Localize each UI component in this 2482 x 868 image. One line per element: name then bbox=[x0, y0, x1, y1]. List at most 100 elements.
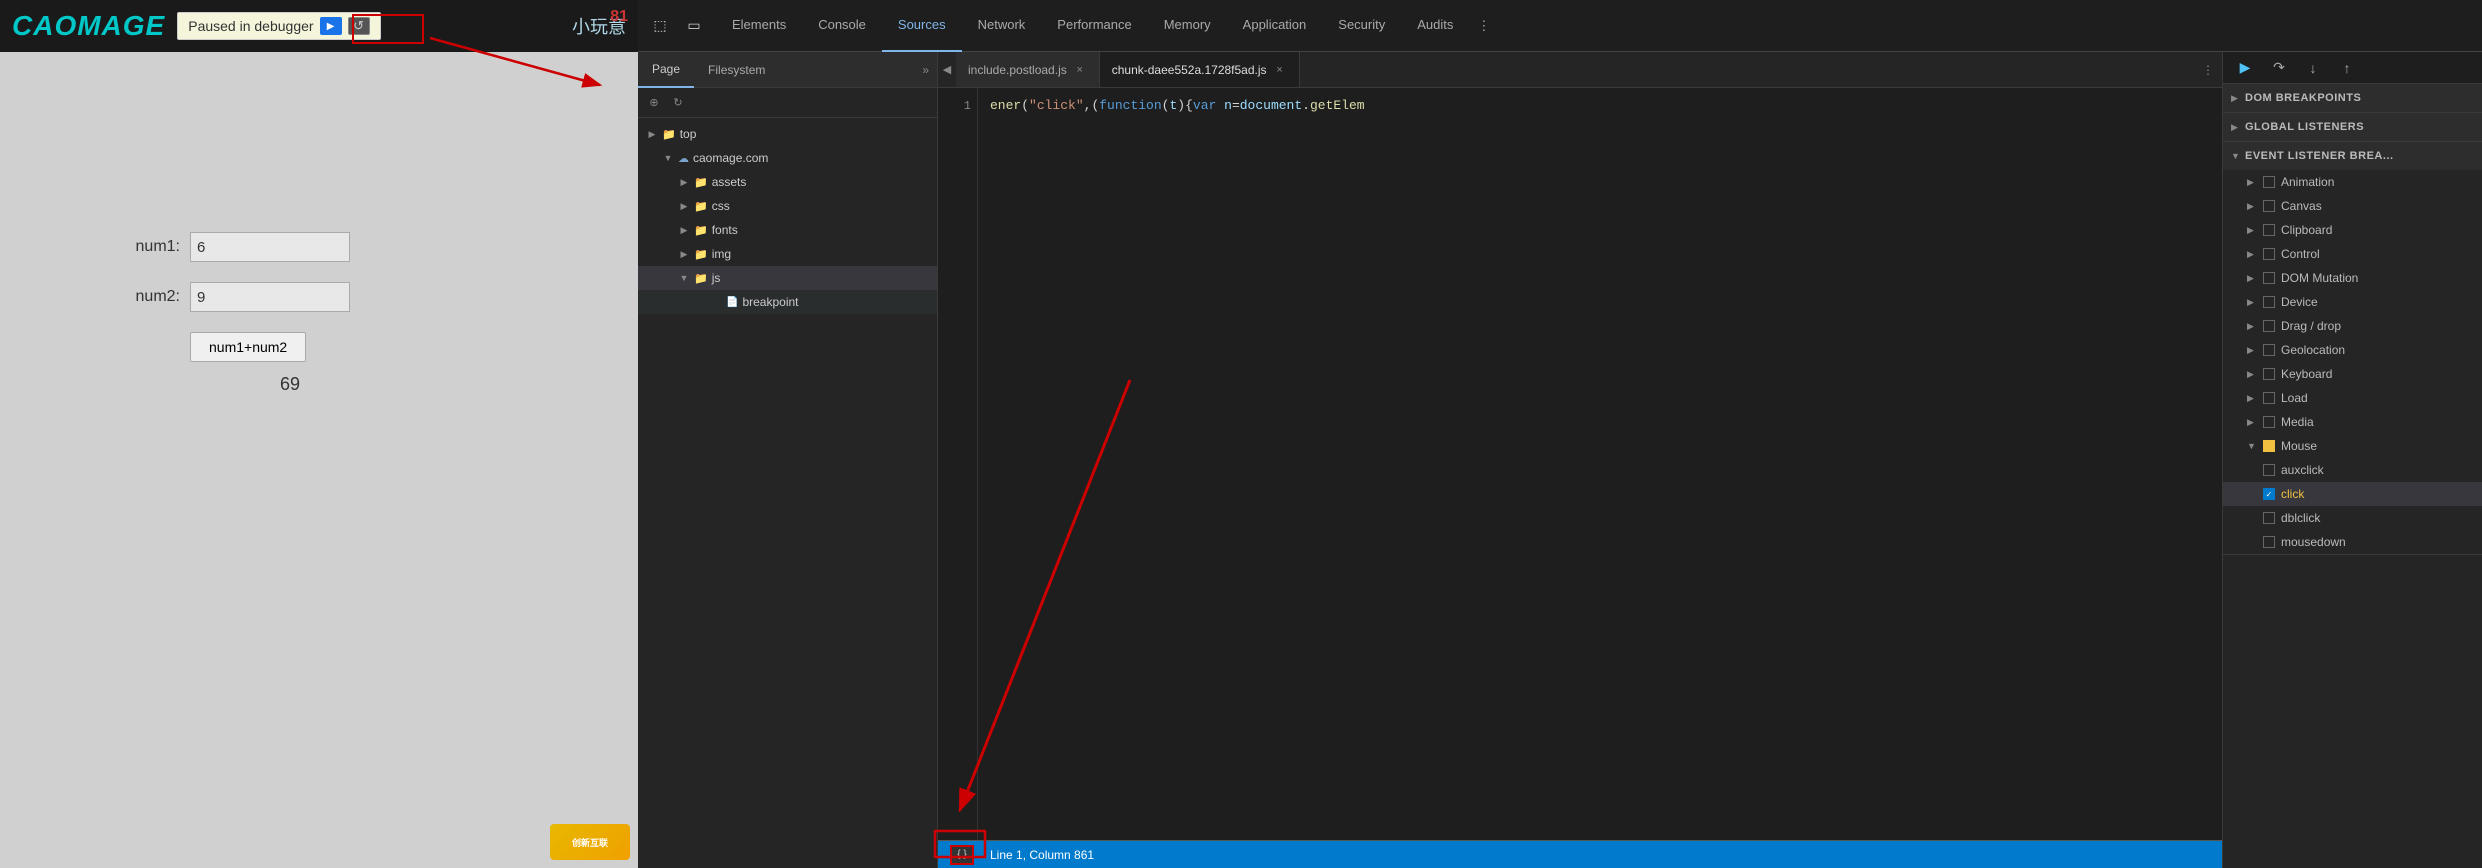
event-listener-title: Event Listener Brea... bbox=[2245, 150, 2394, 162]
expand-js-icon: ▼ bbox=[678, 272, 690, 284]
tree-item-img[interactable]: ▶ 📁 img bbox=[638, 242, 937, 266]
format-button[interactable]: { } bbox=[950, 845, 974, 865]
bp-animation-checkbox[interactable] bbox=[2263, 176, 2275, 188]
bp-load-label: Load bbox=[2281, 391, 2308, 405]
form-area: num1: num2: num1+num2 69 bbox=[0, 232, 638, 395]
bp-keyboard[interactable]: ▶ Keyboard bbox=[2223, 362, 2482, 386]
tab-network[interactable]: Network bbox=[962, 0, 1042, 52]
subtab-filesystem[interactable]: Filesystem bbox=[694, 52, 779, 88]
bp-media[interactable]: ▶ Media bbox=[2223, 410, 2482, 434]
editor-tab-postload[interactable]: include.postload.js × bbox=[956, 52, 1100, 88]
tree-item-fonts[interactable]: ▶ 📁 fonts bbox=[638, 218, 937, 242]
debugger-resume-icon[interactable]: ▶ bbox=[2231, 54, 2259, 82]
subtab-page[interactable]: Page bbox=[638, 52, 694, 88]
editor-options-icon[interactable]: ⋮ bbox=[2194, 63, 2222, 77]
bp-geolocation[interactable]: ▶ Geolocation bbox=[2223, 338, 2482, 362]
bp-dom-mutation[interactable]: ▶ DOM Mutation bbox=[2223, 266, 2482, 290]
bp-drag-drop-checkbox[interactable] bbox=[2263, 320, 2275, 332]
tree-item-assets[interactable]: ▶ 📁 assets bbox=[638, 170, 937, 194]
step-button[interactable]: ↺ bbox=[348, 17, 370, 35]
folder-icon: 📁 bbox=[662, 128, 676, 141]
devtools-tabs: ⬚ ▭ Elements Console Sources Network Per… bbox=[638, 0, 2482, 52]
tab-audits[interactable]: Audits bbox=[1401, 0, 1469, 52]
tree-item-domain[interactable]: ▼ ☁ caomage.com bbox=[638, 146, 937, 170]
bp-control[interactable]: ▶ Control bbox=[2223, 242, 2482, 266]
sources-left-panel: Page Filesystem » ⊕ ↻ ▶ 📁 bbox=[638, 52, 938, 868]
bp-media-arrow-icon: ▶ bbox=[2247, 417, 2257, 428]
bp-mouse-checkbox[interactable] bbox=[2263, 440, 2275, 452]
tab-performance[interactable]: Performance bbox=[1041, 0, 1147, 52]
bp-load-checkbox[interactable] bbox=[2263, 392, 2275, 404]
bp-auxclick-checkbox[interactable] bbox=[2263, 464, 2275, 476]
subtab-more[interactable]: » bbox=[922, 63, 937, 77]
inspect-icon[interactable]: ⬚ bbox=[646, 12, 674, 40]
global-listeners-header[interactable]: ▶ Global Listeners bbox=[2223, 113, 2482, 141]
bp-clipboard-checkbox[interactable] bbox=[2263, 224, 2275, 236]
tab-application[interactable]: Application bbox=[1227, 0, 1323, 52]
root: CAOMAGE Paused in debugger ↺ 小玩意 81 bbox=[0, 0, 2482, 868]
new-folder-icon[interactable]: ⊕ bbox=[644, 93, 664, 113]
tree-item-breakpoint[interactable]: 📄 breakpoint bbox=[638, 290, 937, 314]
bp-dblclick-checkbox[interactable] bbox=[2263, 512, 2275, 524]
tab-postload-close[interactable]: × bbox=[1073, 63, 1087, 77]
tree-label-img: img bbox=[712, 247, 731, 261]
editor-tab-chunk[interactable]: chunk-daee552a.1728f5ad.js × bbox=[1100, 52, 1300, 88]
debugger-step-into-icon[interactable]: ↓ bbox=[2299, 54, 2327, 82]
expand-img-icon: ▶ bbox=[678, 248, 690, 260]
tree-item-top[interactable]: ▶ 📁 top bbox=[638, 122, 937, 146]
tab-security[interactable]: Security bbox=[1322, 0, 1401, 52]
bp-control-checkbox[interactable] bbox=[2263, 248, 2275, 260]
calculate-button[interactable]: num1+num2 bbox=[190, 332, 306, 362]
tab-console[interactable]: Console bbox=[802, 0, 882, 52]
bp-dom-mutation-checkbox[interactable] bbox=[2263, 272, 2275, 284]
bp-canvas[interactable]: ▶ Canvas bbox=[2223, 194, 2482, 218]
tree-item-css[interactable]: ▶ 📁 css bbox=[638, 194, 937, 218]
bp-mouse[interactable]: ▼ Mouse bbox=[2223, 434, 2482, 458]
tab-chunk-close[interactable]: × bbox=[1273, 63, 1287, 77]
bp-mousedown-checkbox[interactable] bbox=[2263, 536, 2275, 548]
expand-fonts-icon: ▶ bbox=[678, 224, 690, 236]
folder-js-icon: 📁 bbox=[694, 272, 708, 285]
bp-keyboard-checkbox[interactable] bbox=[2263, 368, 2275, 380]
bp-drag-drop[interactable]: ▶ Drag / drop bbox=[2223, 314, 2482, 338]
bp-click[interactable]: click bbox=[2223, 482, 2482, 506]
resume-button[interactable] bbox=[320, 17, 342, 35]
bp-canvas-checkbox[interactable] bbox=[2263, 200, 2275, 212]
bp-auxclick[interactable]: auxclick bbox=[2223, 458, 2482, 482]
num1-label: num1: bbox=[120, 238, 180, 256]
event-listener-header[interactable]: ▼ Event Listener Brea... bbox=[2223, 142, 2482, 170]
device-icon[interactable]: ▭ bbox=[680, 12, 708, 40]
num1-input[interactable] bbox=[190, 232, 350, 262]
bp-load[interactable]: ▶ Load bbox=[2223, 386, 2482, 410]
num1-row: num1: bbox=[120, 232, 638, 262]
tab-elements[interactable]: Elements bbox=[716, 0, 802, 52]
bp-mouse-label: Mouse bbox=[2281, 439, 2317, 453]
event-listener-arrow-icon: ▼ bbox=[2231, 151, 2241, 161]
tree-label-assets: assets bbox=[712, 175, 747, 189]
bp-dblclick[interactable]: dblclick bbox=[2223, 506, 2482, 530]
num2-row: num2: bbox=[120, 282, 638, 312]
tree-item-js[interactable]: ▼ 📁 js bbox=[638, 266, 937, 290]
more-tabs-button[interactable]: ⋮ bbox=[1469, 18, 1498, 34]
refresh-icon[interactable]: ↻ bbox=[668, 93, 688, 113]
bp-geolocation-checkbox[interactable] bbox=[2263, 344, 2275, 356]
dom-breakpoints-header[interactable]: ▶ DOM Breakpoints bbox=[2223, 84, 2482, 112]
bp-click-checkbox[interactable] bbox=[2263, 488, 2275, 500]
tab-sources[interactable]: Sources bbox=[882, 0, 962, 52]
bp-animation[interactable]: ▶ Animation bbox=[2223, 170, 2482, 194]
debugger-step-out-icon[interactable]: ↑ bbox=[2333, 54, 2361, 82]
bp-media-checkbox[interactable] bbox=[2263, 416, 2275, 428]
bp-device-checkbox[interactable] bbox=[2263, 296, 2275, 308]
arrow-annotation bbox=[0, 0, 638, 868]
bp-clipboard[interactable]: ▶ Clipboard bbox=[2223, 218, 2482, 242]
debugger-step-over-icon[interactable]: ↷ bbox=[2265, 54, 2293, 82]
bp-mouse-arrow-icon: ▼ bbox=[2247, 441, 2257, 451]
devtools-icons: ⬚ ▭ bbox=[638, 12, 716, 40]
bp-mousedown[interactable]: mousedown bbox=[2223, 530, 2482, 554]
bp-canvas-arrow-icon: ▶ bbox=[2247, 201, 2257, 212]
num2-input[interactable] bbox=[190, 282, 350, 312]
folder-fonts-icon: 📁 bbox=[694, 224, 708, 237]
tab-memory[interactable]: Memory bbox=[1148, 0, 1227, 52]
bp-device[interactable]: ▶ Device bbox=[2223, 290, 2482, 314]
tab-nav-left[interactable]: ◀ bbox=[938, 63, 956, 76]
